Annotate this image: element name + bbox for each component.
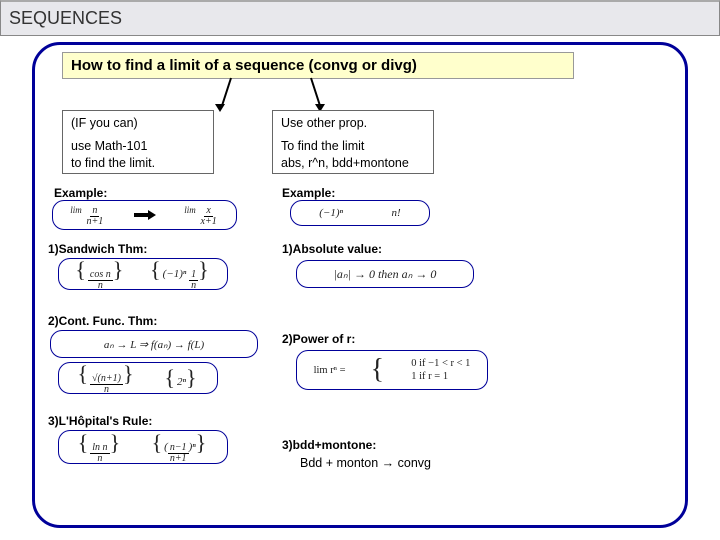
right-s1-box: |aₙ| → 0 then aₙ → 0 <box>296 260 474 288</box>
right-s2-case2: 1 if r = 1 <box>411 371 470 382</box>
right-s2-box: lim rⁿ = { 0 if −1 < r < 1 1 if r = 1 <box>296 350 488 390</box>
left-s3-item-1: {(n−1n+1)ⁿ} <box>152 430 209 464</box>
right-option-line1: Use other prop. <box>281 115 425 132</box>
left-s3-title: 3)L'Hôpital's Rule: <box>48 414 152 428</box>
left-s1-item-0: {cos nn} <box>75 257 125 291</box>
right-s2-case1: 0 if −1 < r < 1 <box>411 358 470 369</box>
brace-icon: { <box>371 354 384 386</box>
left-s3-item-0: {ln nn} <box>78 430 122 464</box>
left-option-box: (IF you can) use Math-101 to find the li… <box>62 110 214 174</box>
right-example-box: (−1)ⁿ n! <box>290 200 430 226</box>
left-option-line2a: use Math-101 <box>71 138 205 155</box>
right-example-a: (−1)ⁿ <box>319 207 343 219</box>
right-s1-line: |aₙ| → 0 then aₙ → 0 <box>334 267 437 282</box>
slide-stage: How to find a limit of a sequence (convg… <box>0 36 720 540</box>
left-s3-box: {ln nn} {(n−1n+1)ⁿ} <box>58 430 228 464</box>
right-s2-lhs: lim rⁿ = <box>314 365 346 376</box>
right-example-b: n! <box>392 207 401 219</box>
left-s1-box: {cos nn} {(−1)ⁿ 1n} <box>58 258 228 290</box>
right-option-line2a: To find the limit <box>281 138 425 155</box>
left-s2-line-box: aₙ → L ⇒ f(aₙ) → f(L) <box>50 330 258 358</box>
left-s2-box: {√(n+1)n} {2ⁿ} <box>58 362 218 394</box>
right-s3-text: Bdd + monton → convg <box>300 456 431 470</box>
right-s1-title: 1)Absolute value: <box>282 242 382 256</box>
right-s3-title: 3)bdd+montone: <box>282 438 376 452</box>
left-example-box: lim nn+1 lim xx+1 <box>52 200 237 230</box>
left-s1-title: 1)Sandwich Thm: <box>48 242 147 256</box>
left-option-line1: (IF you can) <box>71 115 205 132</box>
left-example-a: lim nn+1 <box>70 204 105 227</box>
page-header: SEQUENCES <box>0 0 720 36</box>
right-option-box: Use other prop. To find the limit abs, r… <box>272 110 434 174</box>
left-s2-title: 2)Cont. Func. Thm: <box>48 314 157 328</box>
left-s2-item-0: {√(n+1)n} <box>77 361 135 395</box>
left-example-label: Example: <box>54 186 107 200</box>
left-s2-item-1: {2ⁿ} <box>164 365 198 391</box>
left-s2-line: aₙ → L ⇒ f(aₙ) → f(L) <box>104 338 204 351</box>
main-title-text: How to find a limit of a sequence (convg… <box>71 57 417 74</box>
left-s1-item-1: {(−1)ⁿ 1n} <box>150 257 211 291</box>
arrow-left-head <box>215 104 225 112</box>
arrow-icon <box>134 210 156 220</box>
left-example-b: lim xx+1 <box>184 204 218 227</box>
right-option-line2b: abs, r^n, bdd+montone <box>281 155 425 172</box>
header-title: SEQUENCES <box>9 8 122 28</box>
left-option-line2b: to find the limit. <box>71 155 205 172</box>
right-example-label: Example: <box>282 186 335 200</box>
right-s2-title: 2)Power of r: <box>282 332 355 346</box>
main-title: How to find a limit of a sequence (convg… <box>62 52 574 79</box>
